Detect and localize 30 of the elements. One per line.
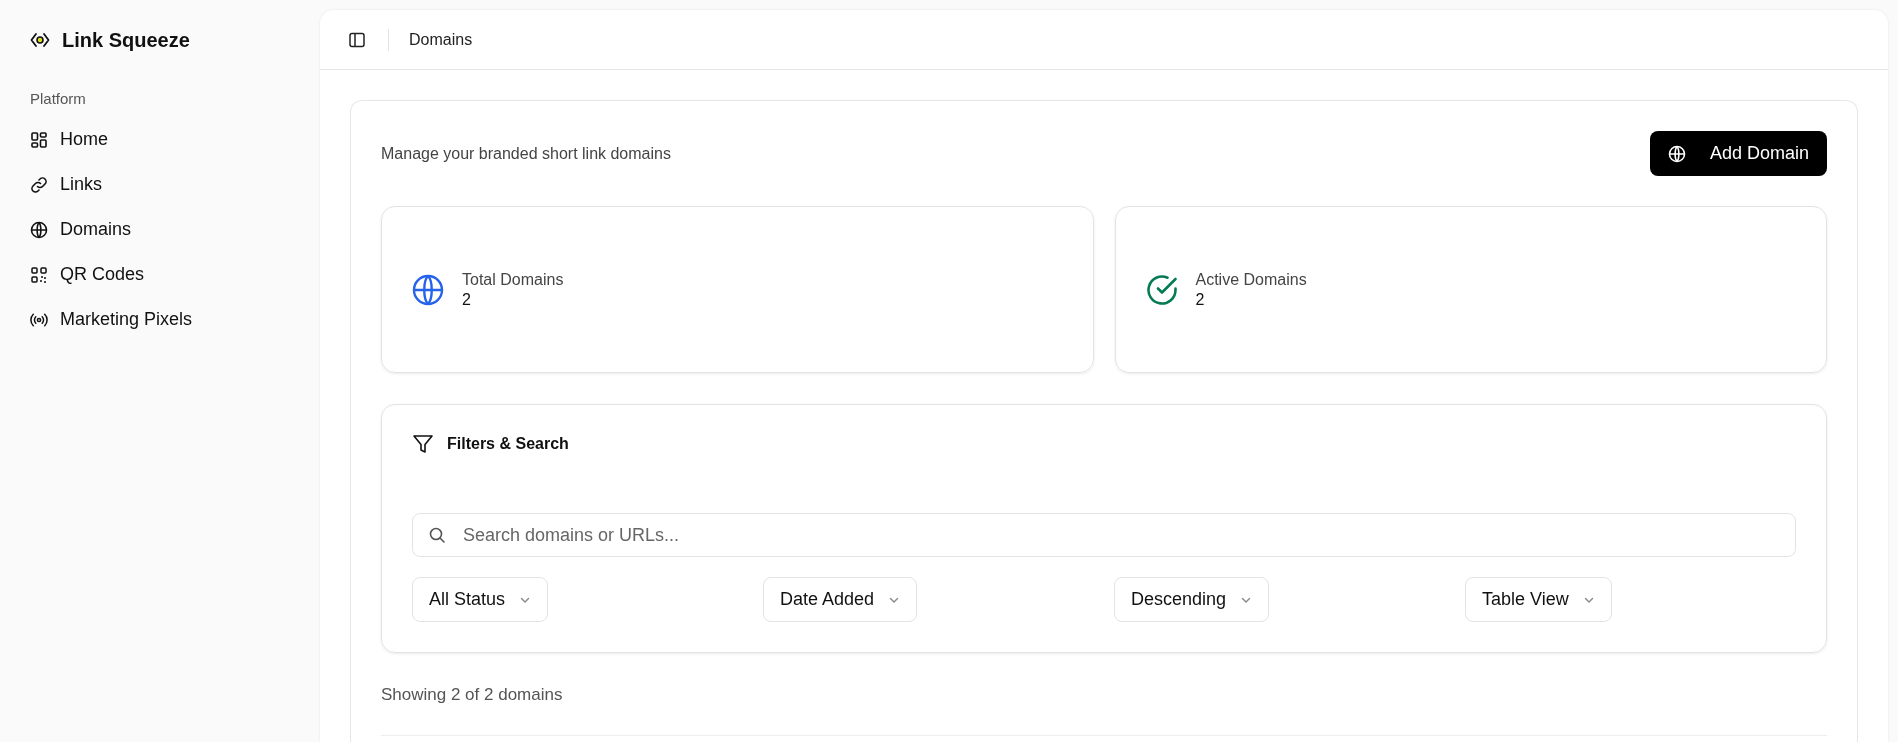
- qr-code-icon: [30, 265, 48, 284]
- sidebar-panel-icon: [348, 30, 366, 49]
- dropdown-select[interactable]: Table View: [1465, 577, 1612, 622]
- search-icon: [428, 526, 446, 544]
- globe-icon: [30, 220, 48, 239]
- filter-icon: [412, 433, 434, 455]
- stat-value: 2: [462, 290, 472, 309]
- stat-label: Total Domains: [462, 270, 564, 289]
- sidebar-item[interactable]: QR Codes: [30, 252, 153, 297]
- section-label: Platform: [30, 90, 87, 107]
- add-domain-button[interactable]: Add Domain: [1649, 131, 1827, 176]
- search-field[interactable]: Search domains or URLs...: [412, 513, 1796, 557]
- link-icon: [30, 175, 48, 194]
- sidebar-item[interactable]: Domains: [30, 207, 140, 252]
- dropdown-select[interactable]: Date Added: [763, 577, 918, 622]
- sidebar-item[interactable]: Links: [30, 162, 111, 207]
- globe-icon: [1667, 144, 1686, 163]
- sidebar-item[interactable]: Home: [30, 117, 116, 162]
- filters-title: Filters & Search: [447, 435, 569, 453]
- logo-icon: [30, 30, 50, 50]
- sidebar-item[interactable]: Marketing Pixels: [30, 297, 201, 342]
- breadcrumb: Domains: [409, 30, 473, 49]
- page-description: Manage your branded short link domains: [381, 144, 671, 163]
- brand-name: Link Squeeze: [62, 28, 190, 52]
- grid-icon: [30, 130, 48, 149]
- results-summary: Showing 2 of 2 domains: [381, 685, 564, 705]
- stat-label: Active Domains: [1195, 270, 1307, 289]
- stat-value: 2: [1195, 290, 1206, 309]
- dropdown-select[interactable]: All Status: [412, 577, 549, 622]
- dropdown-select[interactable]: Descending: [1114, 577, 1270, 622]
